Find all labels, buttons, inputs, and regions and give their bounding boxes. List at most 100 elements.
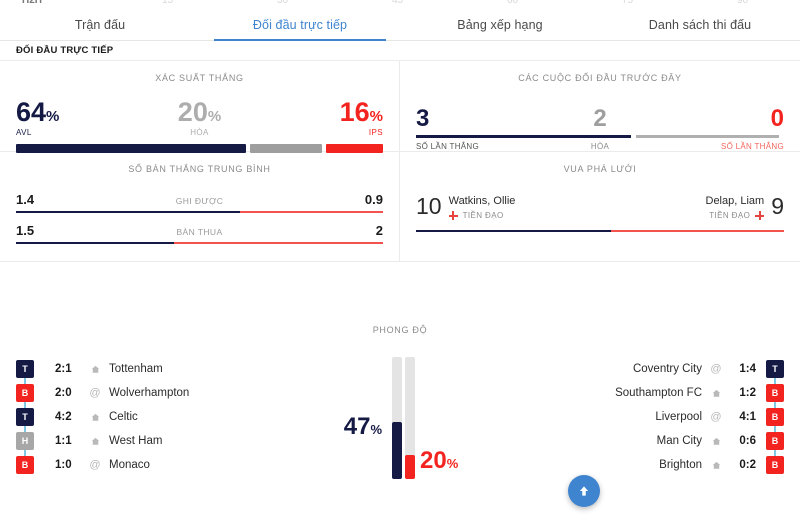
- form-body: T 2:1 Tottenham B 2:0 @ Wolverhampton T 4:2 Celti…: [0, 357, 800, 497]
- stats-row-2: SỐ BÀN THẮNG TRUNG BÌNH 1.4 GHI ĐƯỢC 0.9…: [0, 152, 800, 262]
- h2h-bar-home: [416, 135, 631, 138]
- form-gauge-away: [405, 357, 415, 479]
- avg-goals-bar: [16, 242, 383, 244]
- average-goals-row-conceded: 1.5 BÀN THUA 2: [16, 213, 383, 244]
- avg-goals-home-value: 1.5: [16, 223, 35, 238]
- form-result-badge: H: [16, 432, 34, 450]
- percent-sign: %: [46, 108, 60, 125]
- percent-sign: %: [370, 422, 382, 437]
- scroll-to-top-button[interactable]: [568, 475, 600, 507]
- h2h-bar-draw: [635, 135, 779, 138]
- h2h-home-value: 3: [416, 105, 430, 132]
- tab-matches[interactable]: Trận đấu: [0, 9, 200, 40]
- tab-bar: Trận đấu Đối đầu trực tiếp Bảng xếp hạng…: [0, 9, 800, 41]
- form-result-badge: B: [16, 456, 34, 474]
- h2h-page: H2H 15 30 45 60 75 90 Trận đấu Đối đầu t…: [0, 0, 800, 532]
- head-to-head-bar: [416, 135, 784, 138]
- form-gauge-away-value: 20%: [420, 449, 458, 473]
- stats-row-1: XÁC SUẤT THẮNG 64% AVL 20% HÒA 16% IPS C…: [0, 61, 800, 153]
- avg-goals-bar-away: [173, 242, 383, 244]
- gauge-fill-away: [405, 454, 415, 479]
- win-prob-draw-value: 20: [177, 97, 208, 127]
- top-scorer-home-name: Watkins, Ollie: [448, 195, 516, 208]
- win-prob-away-label: IPS: [368, 128, 383, 137]
- form-result-badge: B: [16, 384, 34, 402]
- win-prob-draw-label: HÒA: [190, 128, 209, 137]
- head-to-head-title: CÁC CUỘC ĐỐI ĐẦU TRƯỚC ĐÂY: [518, 73, 682, 83]
- percent-sign: %: [446, 456, 459, 471]
- top-scorer-home-position: TIỀN ĐẠO: [462, 211, 504, 220]
- win-prob-home-label: AVL: [16, 128, 32, 137]
- cutoff-cell: 90: [736, 0, 749, 6]
- form-result-badge: T: [766, 360, 784, 378]
- top-scorer-home-info: Watkins, Ollie TIỀN ĐẠO: [448, 195, 516, 220]
- tab-label: Danh sách thi đấu: [648, 17, 752, 32]
- win-probability-title: XÁC SUẤT THẮNG: [155, 73, 244, 83]
- gauge-fill-home: [392, 421, 402, 479]
- stats-grid: XÁC SUẤT THẮNG 64% AVL 20% HÒA 16% IPS C…: [0, 61, 800, 262]
- win-prob-home-value: 64: [16, 97, 47, 127]
- form-title: PHONG ĐỘ: [372, 325, 428, 335]
- top-scorer-away-goals: 9: [771, 193, 784, 220]
- head-to-head-values: 3 2 0: [416, 91, 784, 131]
- win-prob-away: 16% IPS: [339, 97, 383, 138]
- avg-goals-away-value: 2: [375, 223, 383, 238]
- arrow-up-icon: [579, 486, 589, 496]
- percent-sign: %: [207, 108, 222, 125]
- win-probability-panel: XÁC SUẤT THẮNG 64% AVL 20% HÒA 16% IPS: [0, 61, 400, 153]
- top-scorer-bar: [416, 230, 784, 232]
- gauge-home-number: 47: [343, 413, 371, 440]
- h2h-draw-value: 2: [593, 105, 607, 132]
- top-scorer-bar-away: [611, 230, 784, 232]
- cutoff-cell: 15: [161, 0, 174, 6]
- avg-goals-label: BÀN THUA: [176, 227, 223, 237]
- form-result-badge: T: [16, 408, 34, 426]
- avg-goals-label: GHI ĐƯỢC: [175, 196, 224, 206]
- top-scorer-values: 10 Watkins, Ollie TIỀN ĐẠO Delap, Liam T…: [416, 182, 784, 228]
- top-scorer-bar-home: [416, 230, 612, 232]
- form-result-badge: T: [16, 360, 34, 378]
- form-gauge-home-value: 47%: [344, 415, 382, 439]
- top-scorer-title: VUA PHÁ LƯỚI: [563, 164, 637, 174]
- form-section: PHONG ĐỘ T 2:1 Tottenham B 2:0 @ Wolverhampton…: [0, 307, 800, 532]
- cutoff-cell: 60: [506, 0, 519, 6]
- section-header: ĐỐI ĐẦU TRỰC TIẾP: [0, 41, 800, 61]
- average-goals-row-scored: 1.4 GHI ĐƯỢC 0.9: [16, 182, 383, 213]
- top-scorer-away-name: Delap, Liam: [705, 195, 765, 208]
- head-to-head-panel: CÁC CUỘC ĐỐI ĐẦU TRƯỚC ĐÂY 3 2 0 SỐ LẦN …: [400, 61, 800, 151]
- tab-head-to-head[interactable]: Đối đầu trực tiếp: [200, 9, 400, 41]
- gauge-away-number: 20: [420, 447, 447, 474]
- cutoff-strip: H2H 15 30 45 60 75 90: [0, 0, 800, 9]
- top-scorer-home[interactable]: 10 Watkins, Ollie TIỀN ĐẠO: [416, 195, 515, 220]
- top-scorer-home-goals: 10: [416, 193, 442, 220]
- top-scorer-away-info: Delap, Liam TIỀN ĐẠO: [706, 195, 765, 220]
- percent-sign: %: [369, 108, 383, 125]
- top-scorer-away[interactable]: Delap, Liam TIỀN ĐẠO 9: [706, 193, 784, 220]
- cutoff-label: H2H: [22, 0, 43, 6]
- cutoff-cell: 75: [621, 0, 634, 6]
- avg-goals-home-value: 1.4: [16, 192, 35, 207]
- tab-label: Đối đầu trực tiếp: [252, 17, 348, 32]
- win-prob-draw: 20% HÒA: [177, 97, 222, 138]
- tab-fixtures[interactable]: Danh sách thi đấu: [600, 9, 800, 40]
- average-goals-title: SỐ BÀN THẮNG TRUNG BÌNH: [128, 164, 271, 174]
- top-scorer-away-position-row: TIỀN ĐẠO: [706, 211, 765, 220]
- form-gauges: 47% 20%: [0, 357, 800, 497]
- form-gauge-home: [392, 357, 402, 479]
- top-scorer-away-position: TIỀN ĐẠO: [709, 211, 751, 220]
- h2h-home-label: SỐ LẦN THẮNG: [416, 142, 480, 151]
- cutoff-cell: 45: [391, 0, 404, 6]
- section-title: ĐỐI ĐẦU TRỰC TIẾP: [16, 45, 114, 56]
- h2h-draw-label: HÒA: [590, 142, 610, 151]
- win-prob-away-value: 16: [339, 97, 370, 127]
- tab-label: Trận đấu: [74, 17, 126, 32]
- form-result-badge: B: [766, 432, 784, 450]
- h2h-away-value: 0: [770, 105, 784, 132]
- top-scorer-panel: VUA PHÁ LƯỚI 10 Watkins, Ollie TIỀN ĐẠO: [400, 152, 800, 261]
- win-prob-home: 64% AVL: [16, 97, 60, 138]
- avg-goals-bar-home: [16, 242, 174, 244]
- top-scorer-home-position-row: TIỀN ĐẠO: [448, 211, 516, 220]
- tab-standings[interactable]: Bảng xếp hạng: [400, 9, 600, 40]
- plus-icon: [448, 211, 458, 220]
- plus-icon: [755, 211, 765, 220]
